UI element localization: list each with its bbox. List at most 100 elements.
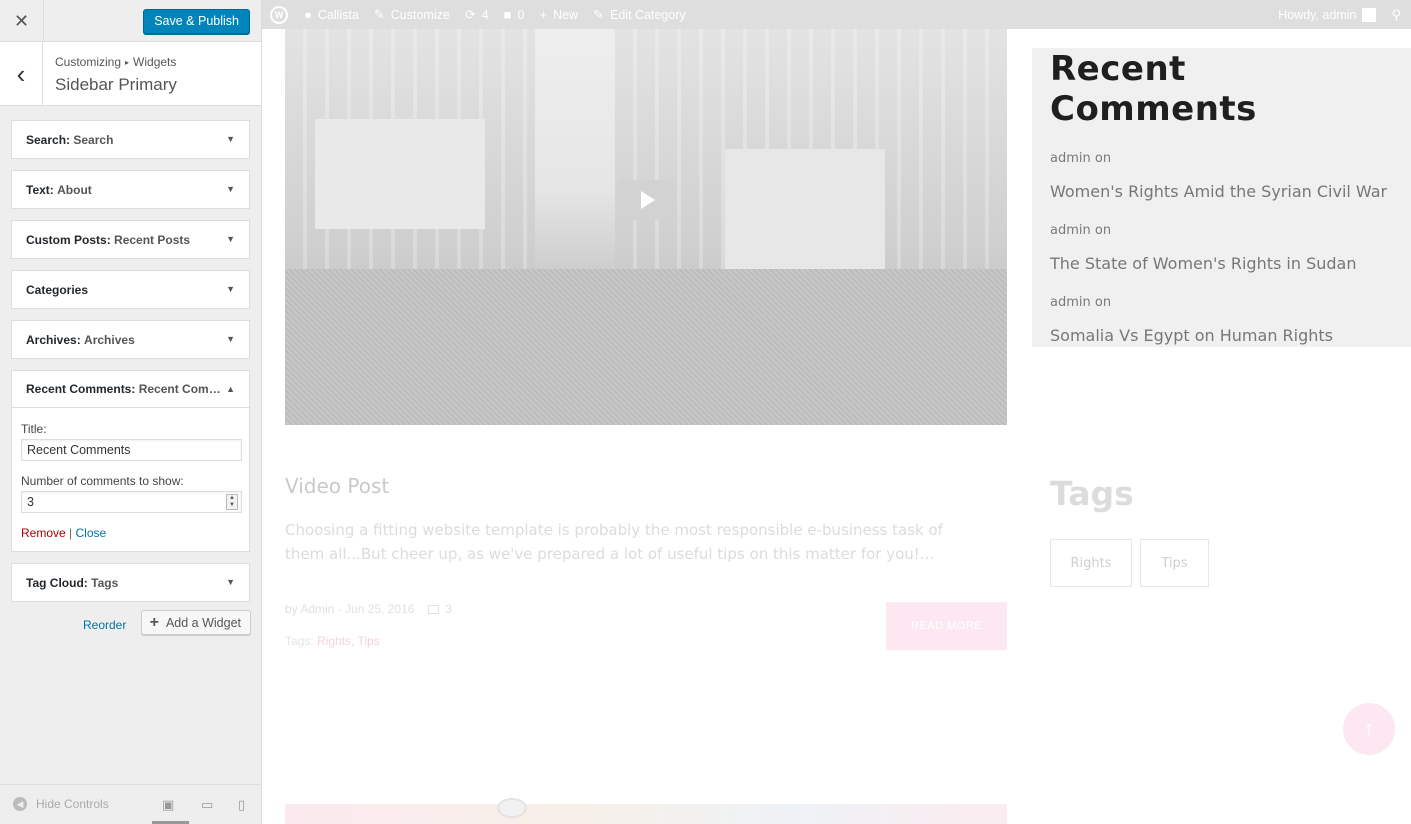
widget-text: Text: About ▼ <box>11 170 250 209</box>
widget-header[interactable]: Categories ▼ <box>12 271 249 308</box>
widget-header[interactable]: Search: Search ▼ <box>12 121 249 158</box>
edit-category-link[interactable]: ✎ Edit Category <box>593 7 686 23</box>
caret-up-icon[interactable]: ▲ <box>226 384 235 394</box>
widget-type: Tag Cloud <box>26 575 84 590</box>
play-button[interactable] <box>617 180 675 220</box>
comment-post-link[interactable]: Women's Rights Amid the Syrian Civil War <box>1050 182 1393 201</box>
widget-recent-comments: Recent Comments: Recent Com… ▲ Title: Re… <box>11 370 250 552</box>
back-button[interactable]: ‹ <box>0 42 43 105</box>
spinner-arrows-icon[interactable]: ▲ ▼ <box>226 494 238 510</box>
video-thumbnail[interactable] <box>285 29 1007 425</box>
breadcrumb: Customizing ▸ Widgets <box>55 55 176 69</box>
comment-post-link[interactable]: Somalia Vs Egypt on Human Rights <box>1050 326 1393 345</box>
caret-down-icon[interactable]: ▼ <box>226 334 235 344</box>
photo-building-right <box>725 149 885 279</box>
scroll-to-top-button[interactable]: ↑ <box>1343 703 1395 755</box>
save-publish-button[interactable]: Save & Publish <box>143 9 250 34</box>
remove-widget-link[interactable]: Remove <box>21 526 66 540</box>
widget-type: Recent Comments <box>26 382 132 396</box>
widget-list: Search: Search ▼ Text: About ▼ Custom Po… <box>0 106 261 602</box>
site-preview: W ● Callista ✎ Customize ⟳ 4 ■ 0 + New ✎… <box>262 0 1411 824</box>
widget-instance-title: Tags <box>91 575 119 590</box>
close-customizer-button[interactable]: ✕ <box>0 0 44 42</box>
photo-crowd <box>285 269 1007 425</box>
recent-comment-item: admin on The State of Women's Rights in … <box>1050 223 1393 273</box>
widget-archives: Archives: Archives ▼ <box>11 320 250 359</box>
caret-down-icon[interactable]: ▼ <box>226 134 235 144</box>
customizer-footer: ◀ Hide Controls ▣ ▭ ▯ <box>0 784 261 824</box>
updates-link[interactable]: ⟳ 4 <box>465 7 489 23</box>
post-excerpt: Choosing a fitting website template is p… <box>285 521 943 563</box>
title-field-label: Title: <box>21 422 47 436</box>
reorder-link[interactable]: Reorder <box>83 618 126 632</box>
comment-author: admin on <box>1050 295 1112 310</box>
site-name-link[interactable]: ● Callista <box>304 7 359 22</box>
widget-categories: Categories ▼ <box>11 270 250 309</box>
comment-post-link[interactable]: The State of Women's Rights in Sudan <box>1050 254 1393 273</box>
hide-controls-button[interactable]: ◀ Hide Controls <box>13 797 109 811</box>
comment-icon <box>428 604 440 614</box>
widget-area-actions: Reorder + Add a Widget <box>0 610 261 640</box>
customizer-sidebar: ✕ Save & Publish ‹ Customizing ▸ Widgets S… <box>0 0 262 824</box>
wordpress-logo-icon[interactable]: W <box>270 5 288 24</box>
widget-header[interactable]: Recent Comments: Recent Com… ▲ <box>12 371 249 408</box>
post-tags-list[interactable]: Rights, Tips <box>317 634 380 648</box>
search-icon[interactable]: ⚲ <box>1391 7 1401 23</box>
site-name: Callista <box>317 7 359 22</box>
action-separator: | <box>65 526 76 540</box>
post-title[interactable]: Video Post <box>285 474 389 498</box>
admin-bar-right: Howdy, admin ⚲ <box>1278 0 1401 29</box>
read-more-button[interactable]: READ MORE <box>886 602 1007 650</box>
widget-header[interactable]: Tag Cloud: Tags ▼ <box>12 564 249 601</box>
title-field[interactable]: Recent Comments <box>21 439 242 461</box>
post-tags: Tags: Rights, Tips <box>285 634 380 648</box>
post-comments[interactable]: 3 <box>428 602 452 616</box>
pencil-icon: ✎ <box>593 6 604 22</box>
home-icon: ● <box>304 7 312 22</box>
widget-instance-title: Recent Com… <box>138 382 221 396</box>
widget-instance-title: About <box>57 182 92 197</box>
caret-down-icon[interactable]: ▼ <box>226 184 235 194</box>
comment-author: admin on <box>1050 151 1112 166</box>
customize-label: Customize <box>390 7 450 22</box>
tag-button[interactable]: Rights <box>1050 539 1132 587</box>
comment-icon: ■ <box>503 7 512 22</box>
updates-icon: ⟳ <box>464 6 476 22</box>
desktop-icon[interactable]: ▣ <box>162 797 174 813</box>
collapse-icon: ◀ <box>13 797 27 811</box>
widget-header[interactable]: Archives: Archives ▼ <box>12 321 249 358</box>
widget-header[interactable]: Text: About ▼ <box>12 171 249 208</box>
comments-count: 0 <box>517 7 525 22</box>
number-field-label: Number of comments to show: <box>21 474 184 488</box>
number-of-comments-stepper[interactable]: 3 ▲ ▼ <box>21 491 242 513</box>
new-content-link[interactable]: + New <box>539 7 578 22</box>
photo-building-left <box>315 119 485 229</box>
chevron-left-icon: ‹ <box>16 58 26 89</box>
caret-down-icon[interactable]: ▼ <box>226 284 235 294</box>
widget-form: Title: Recent Comments Number of comment… <box>12 408 249 551</box>
add-widget-label: Add a Widget <box>165 615 241 630</box>
close-widget-link[interactable]: Close <box>75 526 106 540</box>
howdy-label[interactable]: Howdy, admin <box>1278 8 1356 22</box>
avatar[interactable] <box>1362 7 1377 22</box>
edit-category-label: Edit Category <box>610 7 686 22</box>
brush-icon: ✎ <box>373 6 385 22</box>
recent-comment-item: admin on Women's Rights Amid the Syrian … <box>1050 151 1393 201</box>
tag-button[interactable]: Tips <box>1140 539 1209 587</box>
caret-down-icon[interactable]: ▼ <box>226 234 235 244</box>
mobile-icon[interactable]: ▯ <box>238 797 245 813</box>
plus-icon: + <box>149 613 159 631</box>
caret-down-icon[interactable]: ▼ <box>226 577 235 587</box>
widget-type: Text <box>26 182 50 197</box>
add-widget-button[interactable]: + Add a Widget <box>140 610 251 635</box>
widget-search: Search: Search ▼ <box>11 120 250 159</box>
comments-link[interactable]: ■ 0 <box>504 7 525 22</box>
breadcrumb-separator-icon: ▸ <box>125 58 130 67</box>
widget-header[interactable]: Custom Posts: Recent Posts ▼ <box>12 221 249 258</box>
tablet-icon[interactable]: ▭ <box>201 797 213 813</box>
play-icon <box>641 191 655 209</box>
widget-type: Custom Posts <box>26 232 107 247</box>
customize-link[interactable]: ✎ Customize <box>374 7 450 23</box>
hide-controls-label: Hide Controls <box>36 797 109 811</box>
new-label: New <box>553 7 579 22</box>
